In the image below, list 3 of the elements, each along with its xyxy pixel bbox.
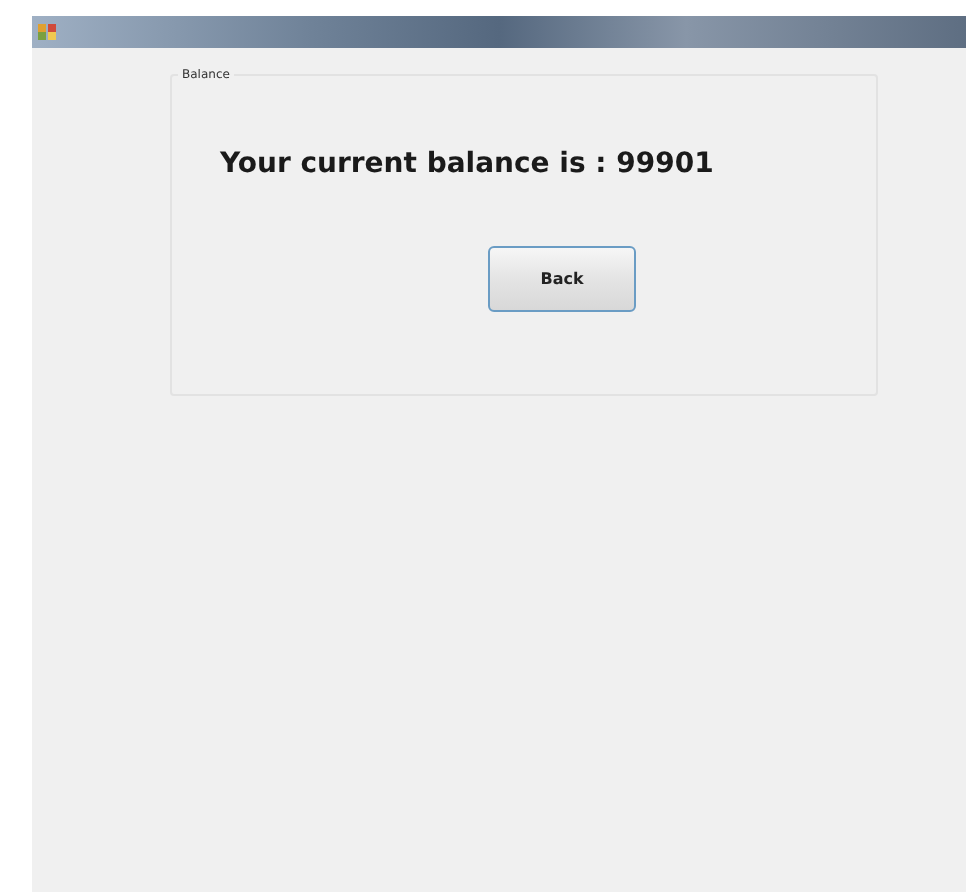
balance-text: Your current balance is : 99901 — [220, 148, 716, 180]
back-button[interactable]: Back — [488, 246, 636, 312]
app-icon — [38, 24, 56, 40]
